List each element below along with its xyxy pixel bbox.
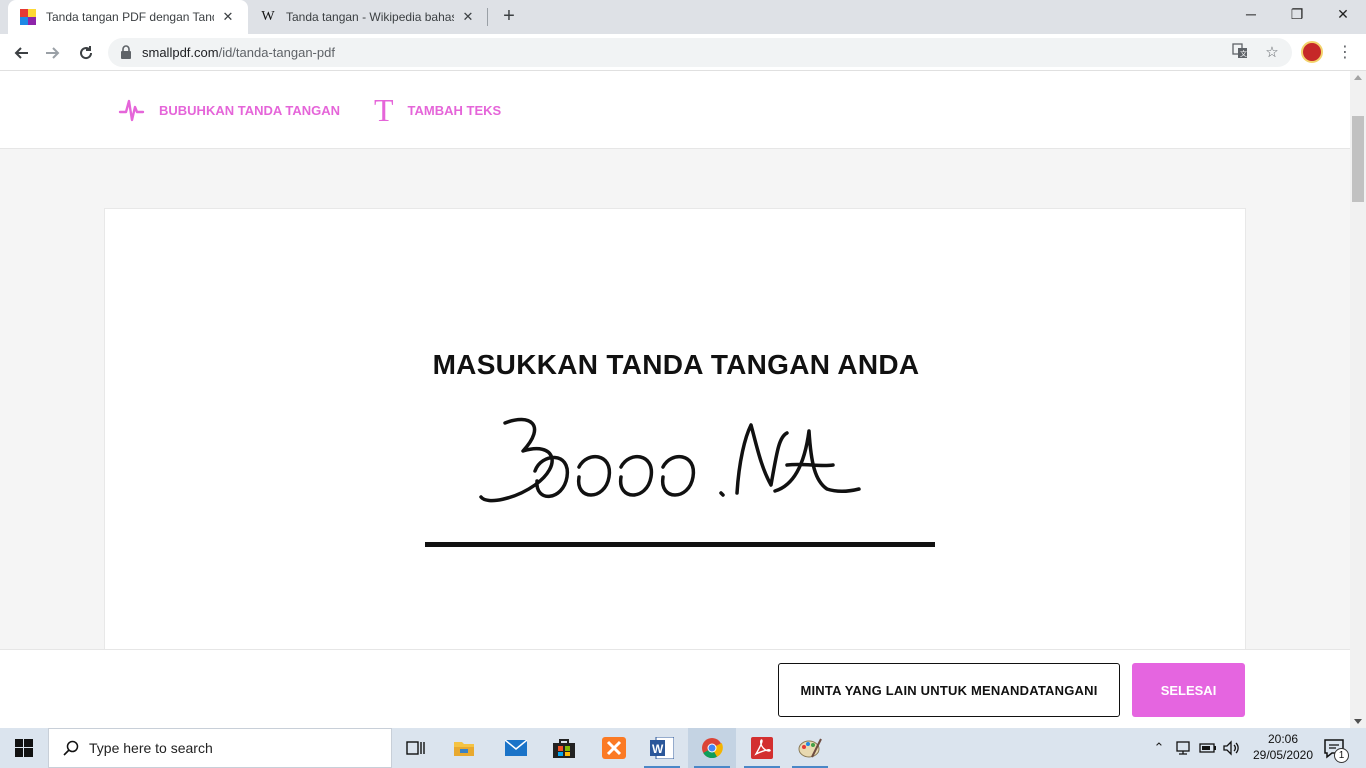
acrobat-logo-icon — [751, 737, 773, 759]
translate-icon[interactable]: 文 — [1230, 43, 1250, 63]
search-icon — [63, 740, 79, 756]
minimize-button[interactable]: ─ — [1228, 0, 1274, 30]
lock-icon — [121, 45, 131, 59]
battery-icon[interactable] — [1197, 728, 1219, 768]
start-button[interactable] — [0, 728, 48, 768]
chrome-logo-icon — [702, 738, 723, 759]
clock-date: 29/05/2020 — [1252, 748, 1314, 762]
reload-icon — [80, 46, 93, 60]
address-bar[interactable]: smallpdf.com/id/tanda-tangan-pdf 文 ☆ — [108, 38, 1292, 67]
page-scrollbar[interactable] — [1350, 71, 1366, 728]
windows-logo-icon — [15, 739, 33, 757]
signature-title: MASUKKAN TANDA TANGAN ANDA — [432, 349, 920, 380]
done-button[interactable]: SELESAI — [1132, 663, 1245, 717]
acrobat-icon[interactable] — [738, 728, 786, 768]
xampp-logo-icon — [602, 737, 626, 759]
back-button[interactable] — [8, 40, 34, 66]
tab-close-icon[interactable]: ✕ — [460, 9, 476, 25]
svg-text:W: W — [652, 742, 664, 756]
add-text-label: TAMBAH TEKS — [407, 102, 502, 118]
signature-icon — [118, 99, 145, 122]
add-text-button[interactable]: T TAMBAH TEKS — [374, 92, 502, 128]
text-t-icon: T — [374, 92, 394, 128]
palette-icon — [798, 738, 822, 758]
signature-baseline — [425, 542, 935, 547]
close-window-button[interactable]: ✕ — [1320, 0, 1366, 30]
mail-icon[interactable] — [492, 728, 540, 768]
tab-separator — [487, 8, 488, 26]
url-host: smallpdf.com — [142, 45, 219, 60]
folder-icon — [454, 742, 474, 756]
network-glyph-icon — [1176, 741, 1190, 755]
volume-icon[interactable] — [1220, 728, 1242, 768]
taskbar-clock[interactable]: 20:06 29/05/2020 — [1246, 731, 1320, 763]
svg-text:文: 文 — [1240, 49, 1247, 58]
url-text: smallpdf.com/id/tanda-tangan-pdf — [142, 45, 335, 60]
browser-tab-strip: Tanda tangan PDF dengan Tanda ✕ W Tanda … — [0, 0, 1366, 34]
add-signature-button[interactable]: BUBUHKAN TANDA TANGAN — [118, 95, 340, 125]
windows-taskbar: Type here to search W ⌃ 20:06 29/05/2020… — [0, 728, 1366, 768]
shopping-bag-icon — [553, 739, 575, 758]
menu-icon[interactable]: ⋮ — [1337, 40, 1353, 66]
network-icon[interactable] — [1172, 728, 1194, 768]
restore-button[interactable]: ❐ — [1274, 0, 1320, 30]
tab-wikipedia[interactable]: W Tanda tangan - Wikipedia bahasa ✕ — [248, 0, 488, 34]
scroll-up-arrow-icon[interactable] — [1354, 75, 1362, 80]
word-icon[interactable]: W — [638, 728, 686, 768]
tab-close-icon[interactable]: ✕ — [220, 9, 236, 25]
xampp-icon[interactable] — [590, 728, 638, 768]
tab-smallpdf[interactable]: Tanda tangan PDF dengan Tanda ✕ — [8, 0, 248, 34]
page-viewport: BUBUHKAN TANDA TANGAN T TAMBAH TEKS MASU… — [0, 71, 1350, 728]
notification-count-badge: 1 — [1334, 748, 1349, 763]
tab-title: Tanda tangan - Wikipedia bahasa — [286, 10, 454, 24]
bookmark-star-icon[interactable]: ☆ — [1262, 43, 1282, 63]
forward-button[interactable] — [40, 40, 66, 66]
scroll-thumb[interactable] — [1352, 116, 1364, 202]
translate-glyph-icon: 文 — [1232, 43, 1247, 58]
reload-button[interactable] — [73, 40, 99, 66]
add-signature-label: BUBUHKAN TANDA TANGAN — [159, 102, 341, 118]
wikipedia-icon: W — [261, 9, 275, 24]
browser-toolbar: smallpdf.com/id/tanda-tangan-pdf 文 ☆ ⋮ — [0, 34, 1366, 71]
search-placeholder: Type here to search — [89, 740, 213, 756]
smallpdf-icon — [20, 9, 36, 25]
task-view-icon[interactable] — [392, 728, 440, 768]
page-header: BUBUHKAN TANDA TANGAN T TAMBAH TEKS — [0, 71, 1350, 149]
arrow-right-icon — [46, 47, 60, 59]
chrome-icon[interactable] — [688, 728, 736, 768]
speaker-icon — [1223, 740, 1239, 756]
clock-time: 20:06 — [1267, 732, 1299, 746]
taskbar-search-box[interactable]: Type here to search — [48, 728, 392, 768]
envelope-icon — [505, 740, 527, 756]
url-path: /id/tanda-tangan-pdf — [218, 45, 335, 60]
profile-avatar[interactable] — [1301, 41, 1323, 63]
handwritten-signature[interactable] — [475, 411, 865, 521]
tray-overflow-chevron-icon[interactable]: ⌃ — [1150, 728, 1168, 768]
scroll-down-arrow-icon[interactable] — [1354, 719, 1362, 724]
store-icon[interactable] — [540, 728, 588, 768]
new-tab-button[interactable]: + — [498, 6, 520, 28]
signature-dialog: MASUKKAN TANDA TANGAN ANDA — [104, 208, 1246, 668]
file-explorer-icon[interactable] — [440, 728, 488, 768]
request-signature-button[interactable]: MINTA YANG LAIN UNTUK MENANDATANGANI — [778, 663, 1120, 717]
tab-title: Tanda tangan PDF dengan Tanda — [46, 10, 214, 24]
arrow-left-icon — [14, 47, 28, 59]
task-view-glyph-icon — [406, 741, 425, 755]
battery-glyph-icon — [1199, 743, 1216, 753]
word-logo-icon: W — [650, 737, 674, 759]
action-footer: MINTA YANG LAIN UNTUK MENANDATANGANI SEL… — [0, 649, 1350, 728]
paint-icon[interactable] — [786, 728, 834, 768]
